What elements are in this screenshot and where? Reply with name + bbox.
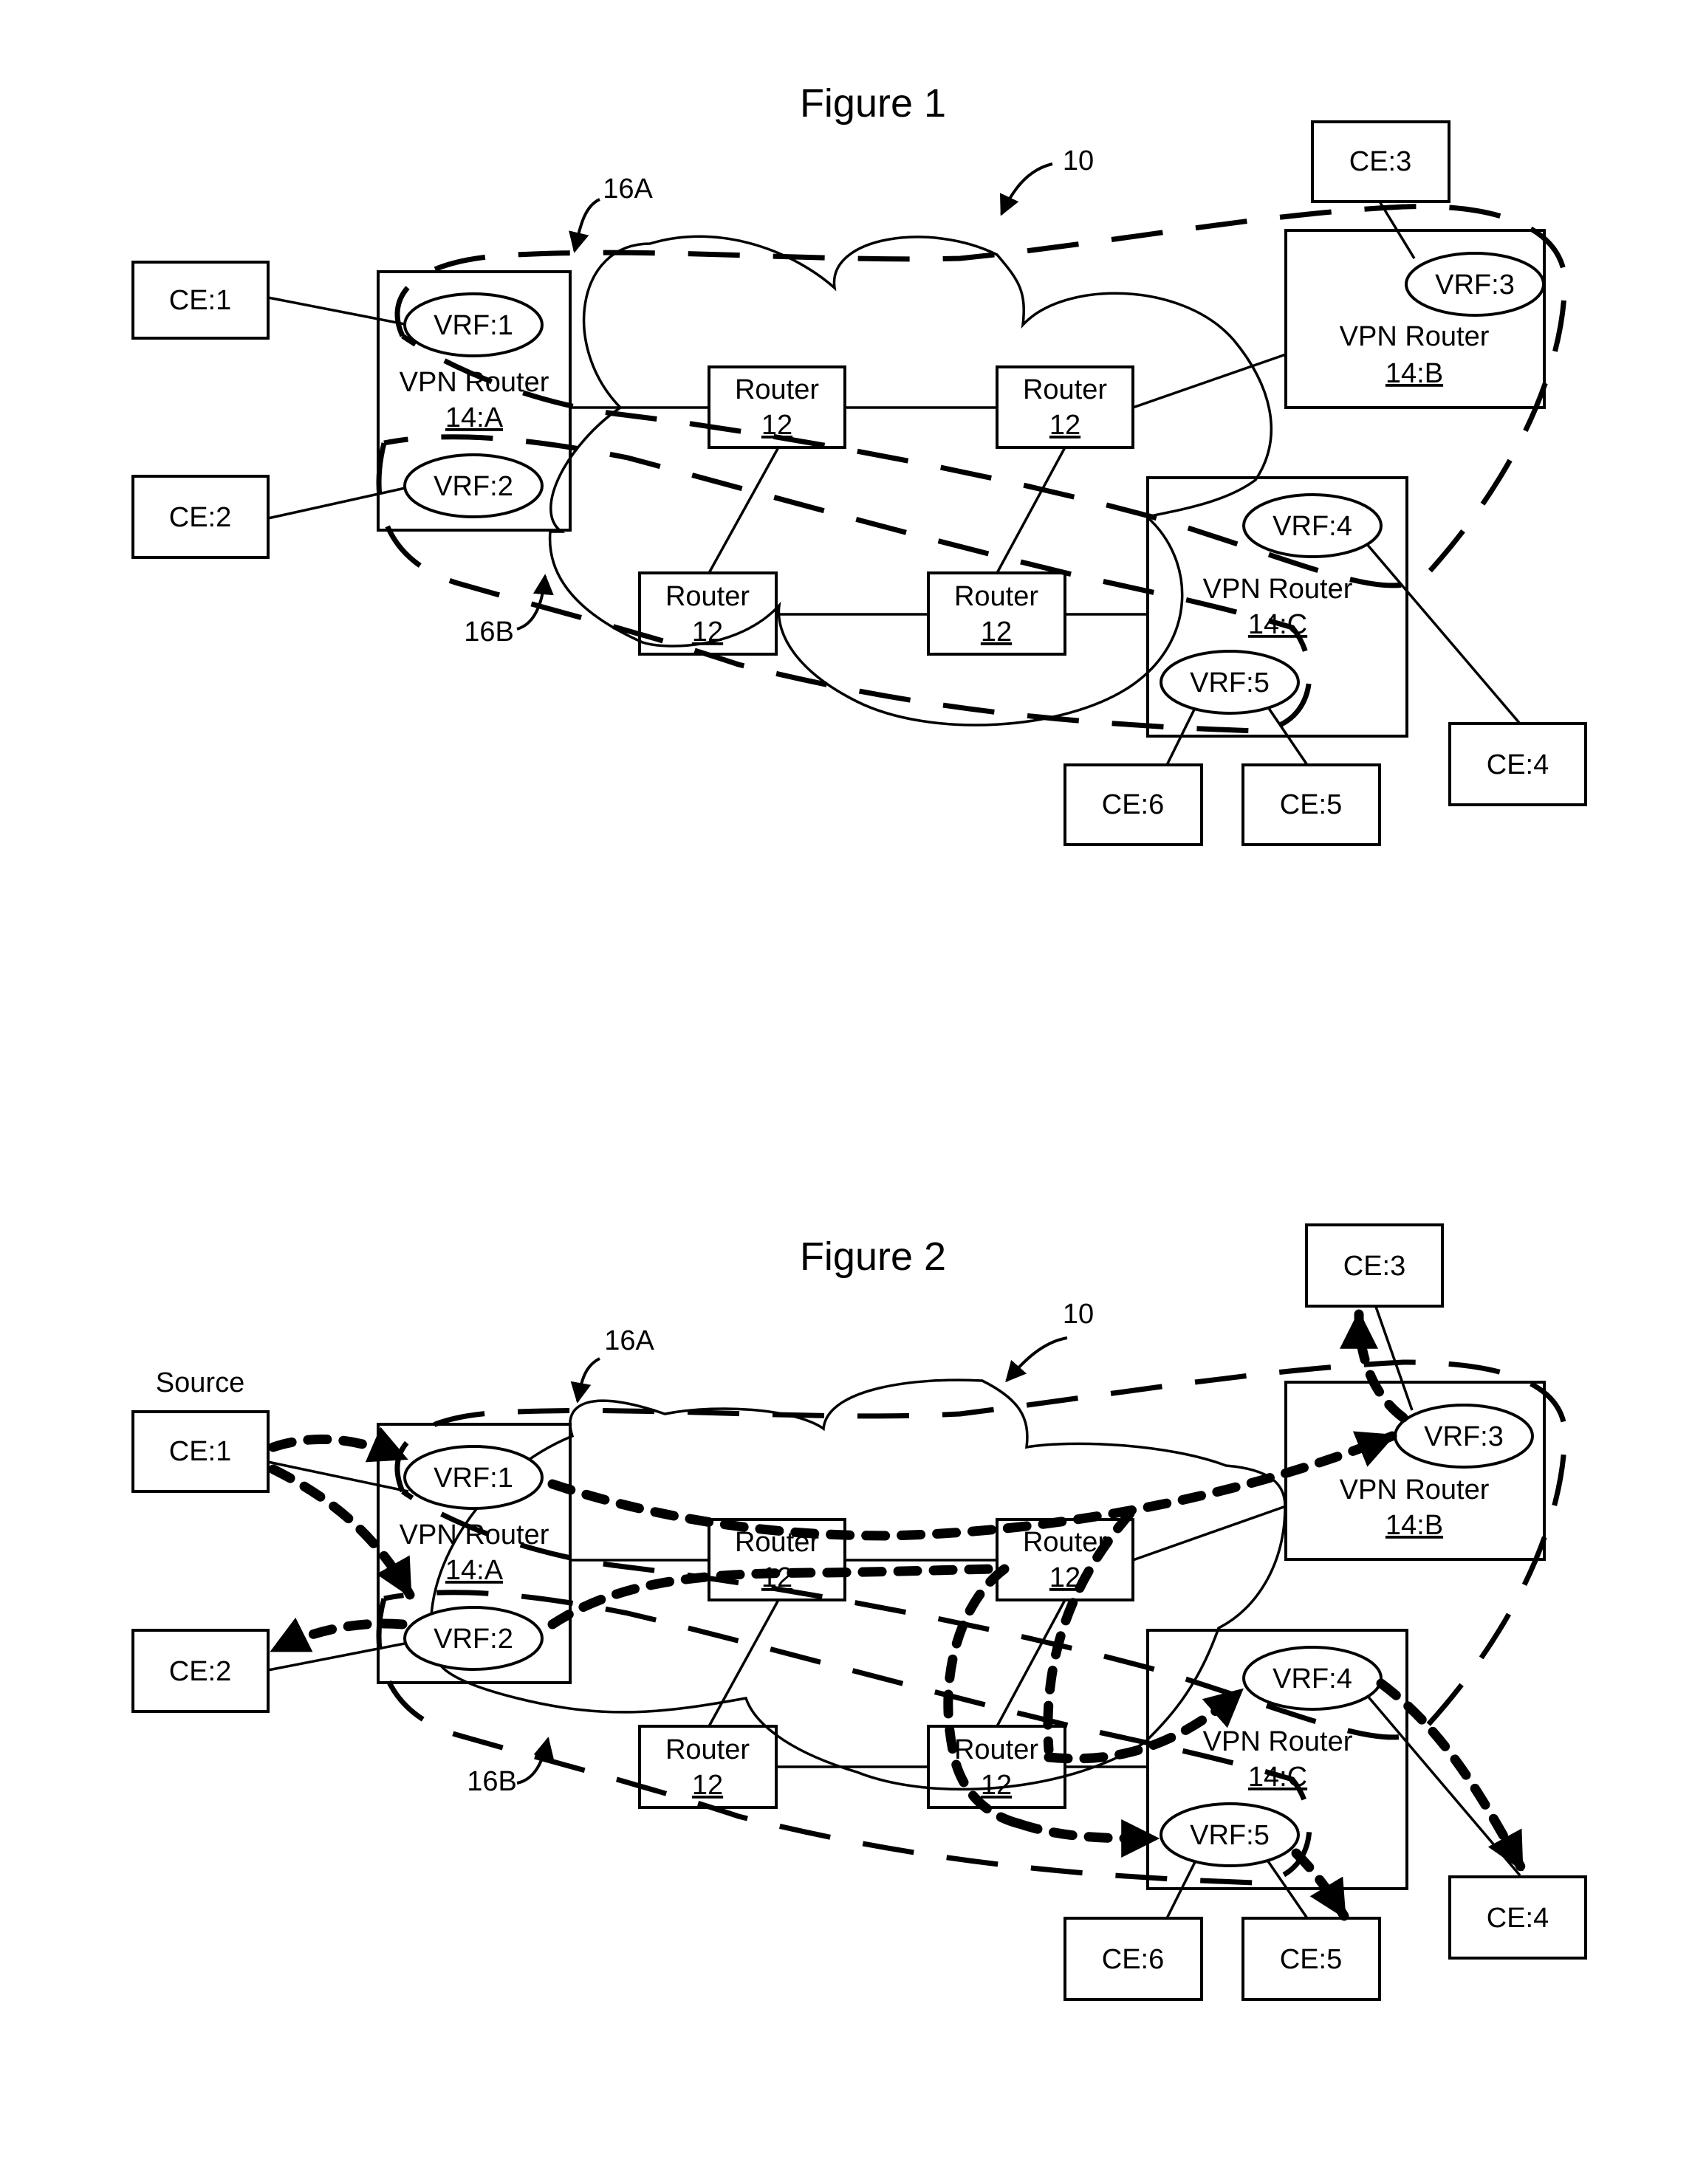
router-id: 12 [1049,410,1080,441]
router-label: Router [665,1734,750,1765]
vpn-16a-boundary [394,1359,1568,1740]
vpn-router-14b[interactable]: VRF:3 VPN Router 14:B [1284,1381,1546,1561]
router-id: 12 [692,1770,723,1801]
vpn-router-14b-label: VPN Router [1340,321,1490,352]
vpn-router-14a-id: 14:A [445,1555,504,1586]
vpn-router-14a-label: VPN Router [400,367,549,398]
ce-4[interactable]: CE:4 [1448,722,1587,806]
ce-2[interactable]: CE:2 [131,1629,270,1713]
vpn-router-14c-label: VPN Router [1203,1726,1353,1757]
ce-5-label: CE:5 [1280,1944,1342,1975]
vpn-a-ref-arrow-icon [569,198,600,253]
vrf-1-label: VRF:1 [434,310,513,341]
vpn-b-ref-arrow-icon [516,574,554,631]
ce-3[interactable]: CE:3 [1305,1223,1444,1308]
flow-to-vrf5 [1014,1819,1161,1858]
vrf-3-label: VRF:3 [1435,269,1515,301]
router-12-top-right[interactable]: Router 12 [996,365,1134,449]
router-12-bottom-right[interactable]: Router 12 [927,571,1066,656]
router-label: Router [665,581,750,612]
flow-vrf1-to-vrf3 [547,1431,1397,1541]
vpn-router-14c-id: 14:C [1248,1762,1307,1793]
vpn-b-ref-label: 16B [464,617,514,648]
vpn-a-ref-label: 16A [604,1325,654,1356]
ce-4[interactable]: CE:4 [1448,1875,1587,1960]
ce-2-label: CE:2 [169,1656,231,1687]
ce-5[interactable]: CE:5 [1241,1917,1381,2001]
ce-1-label: CE:1 [169,1436,231,1467]
vpn-router-14c[interactable]: VRF:4 VPN Router 14:C VRF:5 [1146,1629,1408,1890]
network-cloud-10 [429,1378,1287,1791]
figure-2-title: Figure 2 [800,1234,946,1279]
vpn-b-ref-label: 16B [467,1766,517,1797]
vpn-router-14b-label: VPN Router [1340,1474,1490,1505]
router-12-bottom-left[interactable]: Router 12 [638,1725,778,1809]
ce-6-label: CE:6 [1102,789,1164,820]
ce-6[interactable]: CE:6 [1064,763,1203,846]
vrf-2-label: VRF:2 [434,1624,513,1655]
router-label: Router [735,374,819,405]
source-label: Source [156,1367,244,1398]
ce-6[interactable]: CE:6 [1064,1917,1203,2001]
vpn-router-14a-label: VPN Router [400,1519,549,1551]
vpn-router-14b-id: 14:B [1386,1510,1443,1541]
ce-3-label: CE:3 [1349,146,1411,177]
vrf-4-label: VRF:4 [1273,511,1352,542]
ce-2[interactable]: CE:2 [131,475,270,559]
flow-vrf5-to-ce5 [1291,1848,1349,1921]
ce-1-label: CE:1 [169,285,231,316]
vpn-router-14b[interactable]: VRF:3 VPN Router 14:B [1284,229,1546,409]
vpn-router-14a-id: 14:A [445,402,504,433]
vpn-router-14c-label: VPN Router [1203,574,1353,605]
figure-1: Figure 1 10 16A 16B CE:1 CE:2 CE:3 CE:4 … [131,81,1587,846]
vrf-3-label: VRF:3 [1424,1421,1504,1452]
figure-2: Figure 2 Source 10 16A 16B CE:1 CE:2 CE:… [131,1223,1587,2001]
ce-3[interactable]: CE:3 [1311,120,1450,203]
vpn-router-14b-id: 14:B [1386,358,1443,389]
ce-1-source[interactable]: CE:1 [131,1410,270,1493]
vpn-router-14c-id: 14:C [1248,609,1307,640]
ce-6-label: CE:6 [1102,1944,1164,1975]
vrf-1-label: VRF:1 [434,1463,513,1494]
patent-drawing-sheet: Figure 1 10 16A 16B CE:1 CE:2 CE:3 CE:4 … [131,81,1587,2001]
vpn-16a-boundary [394,204,1568,588]
router-12-top-left[interactable]: Router 12 [708,365,846,449]
flow-vrf2-to-ce2 [268,1617,408,1655]
ce-4-label: CE:4 [1487,749,1549,780]
router-id: 12 [981,1770,1012,1801]
flow-vrf2-to-router [547,1564,1002,1630]
network-ref-label: 10 [1063,145,1094,176]
figure-1-title: Figure 1 [800,81,946,126]
vpn-a-ref-arrow-icon [570,1357,600,1404]
flow-ce1-to-vrf1 [268,1426,410,1463]
network-ref-arrow-icon [1005,1336,1068,1383]
vrf-4-label: VRF:4 [1273,1663,1352,1694]
vpn-router-14c[interactable]: VRF:4 VPN Router 14:C VRF:5 [1146,476,1408,738]
network-cloud-10 [548,235,1273,727]
network-ref-label: 10 [1063,1299,1094,1330]
network-ref-arrow-icon [999,162,1053,216]
ce-1[interactable]: CE:1 [131,261,270,340]
router-label: Router [1023,374,1107,405]
router-label: Router [954,581,1038,612]
ce-2-label: CE:2 [169,502,231,533]
router-label: Router [954,1734,1038,1765]
flow-vrf4-to-ce4 [1376,1678,1527,1873]
router-id: 12 [981,617,1012,648]
ce-5[interactable]: CE:5 [1241,763,1381,846]
router-id: 12 [692,617,723,648]
ce-4-label: CE:4 [1487,1903,1549,1934]
vpn-a-ref-label: 16A [603,174,653,205]
ce-3-label: CE:3 [1343,1251,1405,1282]
ce-5-label: CE:5 [1280,789,1342,820]
vrf-2-label: VRF:2 [434,471,513,502]
router-id: 12 [761,410,792,441]
vrf-5-label: VRF:5 [1190,667,1270,698]
vrf-5-label: VRF:5 [1190,1820,1270,1851]
